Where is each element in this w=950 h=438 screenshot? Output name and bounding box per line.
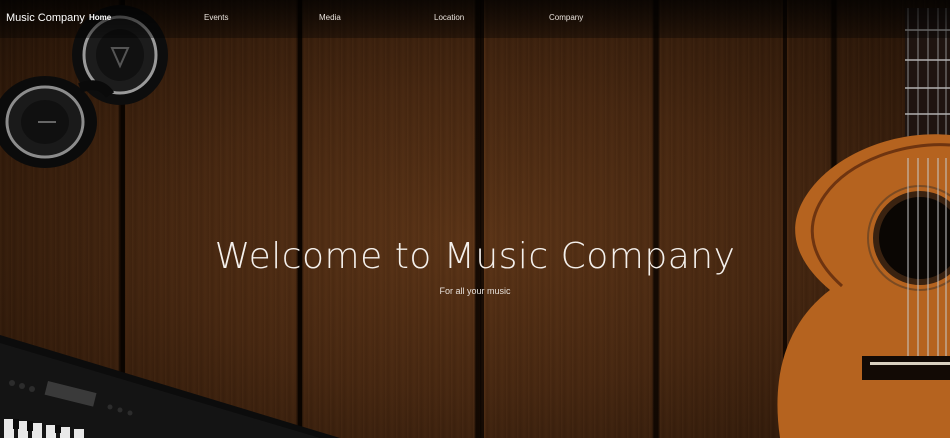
hero-background: Music Company Home Events Media Location… <box>0 0 950 438</box>
nav-media[interactable]: Media <box>319 13 341 22</box>
guitar-icon <box>777 8 950 438</box>
keyboard-icon <box>0 335 340 438</box>
hero-title: Welcome to Music Company <box>214 236 736 277</box>
wood-seam <box>480 0 484 438</box>
top-navbar: Music Company Home Events Media Location… <box>0 0 950 38</box>
nav-company[interactable]: Company <box>549 13 583 22</box>
nav-location[interactable]: Location <box>434 13 464 22</box>
nav-home[interactable]: Home <box>89 13 111 22</box>
nav-events[interactable]: Events <box>204 13 228 22</box>
brand-link[interactable]: Music Company <box>6 12 85 24</box>
hero-subtitle: For all your music <box>439 286 511 296</box>
